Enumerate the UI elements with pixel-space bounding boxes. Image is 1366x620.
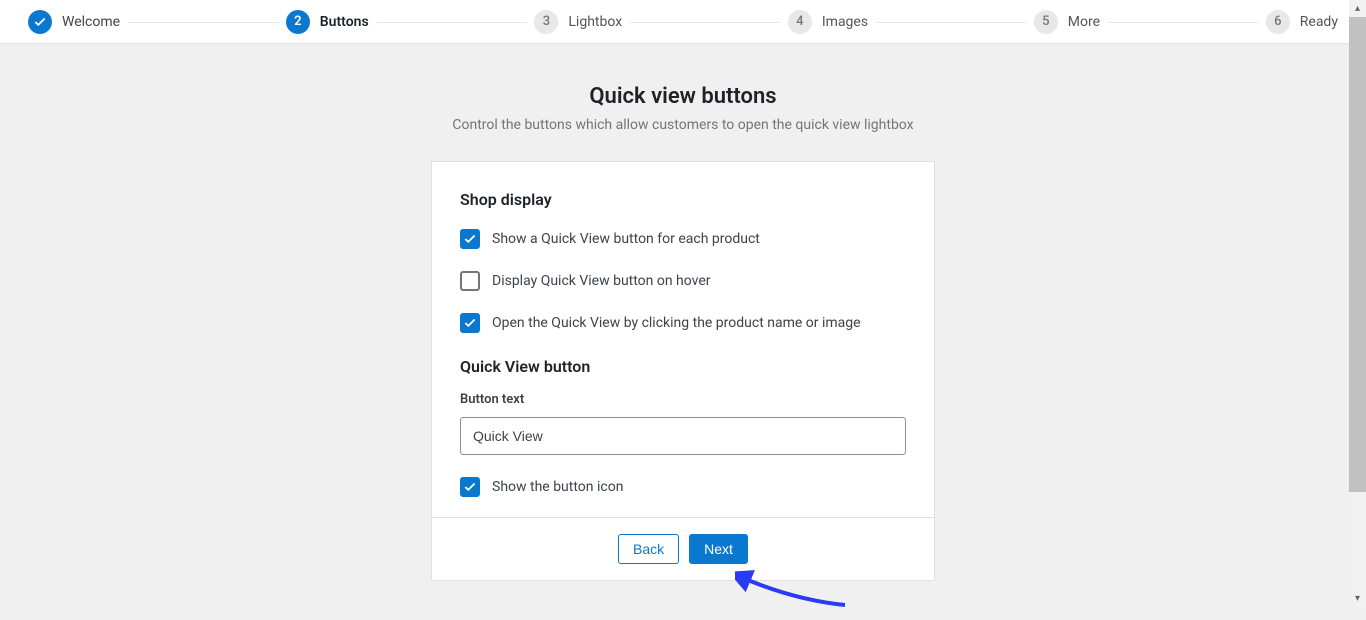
option-show-icon[interactable]: Show the button icon — [460, 477, 906, 497]
button-text-input[interactable] — [460, 417, 906, 455]
step-circle-pending: 3 — [534, 10, 558, 34]
step-label: Images — [822, 14, 868, 30]
step-label: More — [1068, 14, 1100, 30]
step-lightbox[interactable]: 3 Lightbox — [526, 10, 630, 34]
next-button[interactable]: Next — [689, 534, 748, 564]
check-icon — [33, 15, 47, 29]
step-welcome[interactable]: Welcome — [20, 10, 128, 34]
content-area: Quick view buttons Control the buttons w… — [0, 44, 1366, 581]
check-icon — [463, 316, 477, 330]
checkbox-label: Open the Quick View by clicking the prod… — [492, 315, 861, 331]
checkbox-click-open[interactable] — [460, 313, 480, 333]
section-title-quick-view-button: Quick View button — [460, 357, 906, 376]
back-button[interactable]: Back — [618, 534, 679, 564]
scrollbar[interactable]: ▴ ▾ — [1349, 0, 1366, 607]
check-icon — [463, 232, 477, 246]
step-label: Ready — [1300, 14, 1338, 30]
step-circle-pending: 6 — [1266, 10, 1290, 34]
step-buttons[interactable]: 2 Buttons — [278, 10, 377, 34]
page-title: Quick view buttons — [0, 84, 1366, 109]
step-images[interactable]: 4 Images — [780, 10, 876, 34]
scroll-down-icon[interactable]: ▾ — [1349, 590, 1366, 607]
card-body: Shop display Show a Quick View button fo… — [432, 162, 934, 517]
field-label-button-text: Button text — [460, 392, 906, 407]
step-circle-pending: 4 — [788, 10, 812, 34]
step-label: Welcome — [62, 14, 120, 30]
checkbox-label: Show a Quick View button for each produc… — [492, 231, 760, 247]
scroll-up-icon[interactable]: ▴ — [1349, 0, 1366, 17]
option-show-button[interactable]: Show a Quick View button for each produc… — [460, 229, 906, 249]
card-footer: Back Next — [432, 517, 934, 580]
section-title-shop-display: Shop display — [460, 190, 906, 209]
scroll-thumb[interactable] — [1349, 17, 1366, 492]
wizard-stepper: Welcome 2 Buttons 3 Lightbox 4 Images 5 … — [0, 0, 1366, 44]
step-circle-pending: 5 — [1034, 10, 1058, 34]
option-hover-button[interactable]: Display Quick View button on hover — [460, 271, 906, 291]
step-more[interactable]: 5 More — [1026, 10, 1108, 34]
checkbox-show-button[interactable] — [460, 229, 480, 249]
check-icon — [463, 480, 477, 494]
step-label: Lightbox — [568, 14, 622, 30]
checkbox-label: Show the button icon — [492, 479, 623, 495]
checkbox-show-icon[interactable] — [460, 477, 480, 497]
option-click-open[interactable]: Open the Quick View by clicking the prod… — [460, 313, 906, 333]
step-label: Buttons — [320, 14, 369, 30]
checkbox-hover-button[interactable] — [460, 271, 480, 291]
step-ready[interactable]: 6 Ready — [1258, 10, 1346, 34]
step-circle-completed — [28, 10, 52, 34]
checkbox-label: Display Quick View button on hover — [492, 273, 711, 289]
settings-card: Shop display Show a Quick View button fo… — [431, 161, 935, 581]
step-circle-active: 2 — [286, 10, 310, 34]
page-subtitle: Control the buttons which allow customer… — [0, 117, 1366, 133]
